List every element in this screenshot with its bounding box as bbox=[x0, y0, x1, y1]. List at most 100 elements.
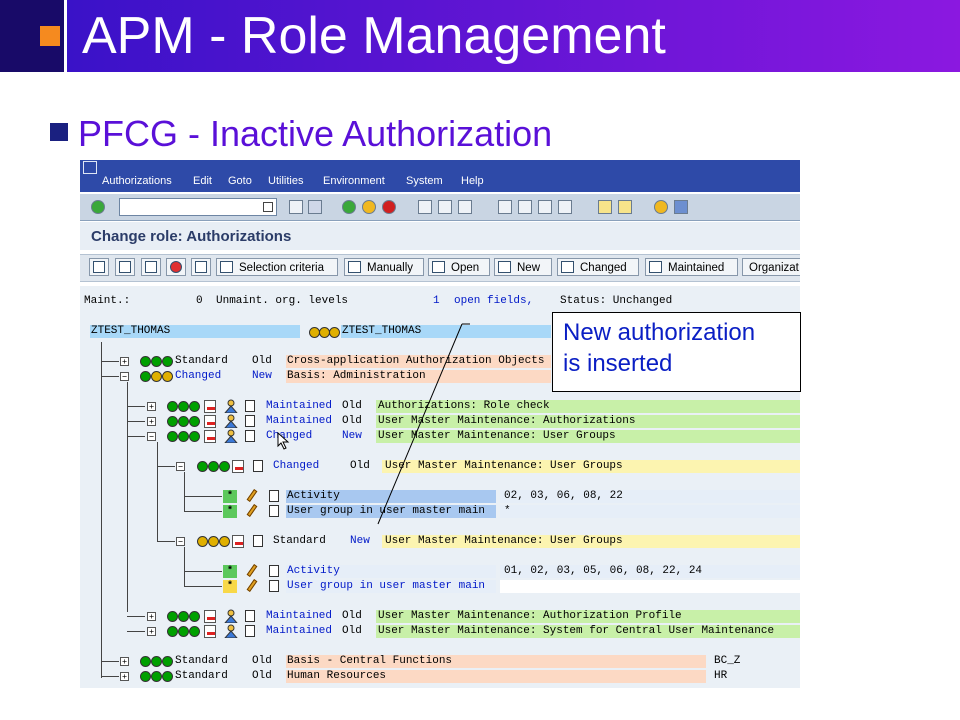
traffic-light-icon bbox=[197, 461, 208, 472]
traffic-light-icon bbox=[178, 401, 189, 412]
system-toolbar bbox=[80, 194, 800, 221]
previous-page-icon[interactable] bbox=[518, 200, 532, 214]
tree-branch bbox=[101, 676, 119, 677]
help-icon[interactable] bbox=[654, 200, 668, 214]
screen-heading: Change role: Authorizations bbox=[80, 222, 800, 250]
changed-button[interactable]: Changed bbox=[557, 258, 639, 276]
node-text[interactable]: User Master Maintenance: System for Cent… bbox=[378, 625, 774, 638]
back-icon[interactable] bbox=[342, 200, 356, 214]
traffic-light-icon bbox=[167, 626, 178, 637]
menu-help[interactable]: Help bbox=[461, 175, 484, 187]
expand-icon[interactable]: + bbox=[120, 657, 129, 666]
menu-environment[interactable]: Environment bbox=[323, 175, 385, 187]
collapse-icon[interactable]: − bbox=[120, 372, 129, 381]
expand-icon[interactable]: + bbox=[120, 357, 129, 366]
next-page-icon[interactable] bbox=[538, 200, 552, 214]
field-value-input[interactable] bbox=[500, 580, 800, 593]
trash-icon[interactable] bbox=[269, 505, 279, 517]
node-text[interactable]: Basis - Central Functions bbox=[287, 655, 452, 668]
menu-system[interactable]: System bbox=[406, 175, 443, 187]
last-page-icon[interactable] bbox=[558, 200, 572, 214]
collapse-icon[interactable]: − bbox=[176, 537, 185, 546]
delete-icon-button[interactable] bbox=[191, 258, 211, 276]
document-icon bbox=[245, 625, 255, 637]
document-icon bbox=[245, 400, 255, 412]
first-page-icon[interactable] bbox=[498, 200, 512, 214]
traffic-light-icon bbox=[162, 656, 173, 667]
field-name: User group in user master main bbox=[287, 580, 486, 592]
selection-criteria-button[interactable]: Selection criteria bbox=[216, 258, 338, 276]
field-value[interactable]: * bbox=[504, 505, 511, 518]
person-icon bbox=[223, 429, 239, 444]
save-icon[interactable] bbox=[308, 200, 322, 214]
field-value[interactable]: 02, 03, 06, 08, 22 bbox=[504, 490, 623, 503]
exit-icon[interactable] bbox=[362, 200, 376, 214]
menu-edit[interactable]: Edit bbox=[193, 175, 212, 187]
trash-icon[interactable] bbox=[269, 490, 279, 502]
find-next-icon[interactable] bbox=[458, 200, 472, 214]
authorization-object-icon bbox=[204, 625, 216, 638]
create-session-icon[interactable] bbox=[598, 200, 612, 214]
authorization-object-icon bbox=[204, 415, 216, 428]
callout-box: New authorization is inserted bbox=[552, 312, 801, 392]
expand-icon[interactable]: + bbox=[147, 417, 156, 426]
tree-line bbox=[184, 472, 185, 512]
node-age: Old bbox=[252, 355, 272, 367]
expand-icon[interactable]: + bbox=[120, 672, 129, 681]
node-text[interactable]: Human Resources bbox=[287, 670, 386, 683]
traffic-light-icon bbox=[151, 356, 162, 367]
find-icon[interactable] bbox=[438, 200, 452, 214]
traffic-light-icon bbox=[167, 431, 178, 442]
menu-goto[interactable]: Goto bbox=[228, 175, 252, 187]
enter-icon[interactable] bbox=[91, 200, 105, 214]
expand-icon[interactable]: + bbox=[147, 627, 156, 636]
pencil-icon[interactable] bbox=[246, 489, 258, 502]
menu-authorizations[interactable]: Authorizations bbox=[102, 175, 172, 187]
unmaint-org-label: Unmaint. org. levels bbox=[216, 295, 349, 307]
trash-icon[interactable] bbox=[269, 565, 279, 577]
open-fields-label[interactable]: open fields, bbox=[454, 295, 533, 308]
field-value[interactable]: 01, 02, 03, 05, 06, 08, 22, 24 bbox=[504, 565, 702, 578]
collapse-icon[interactable]: − bbox=[176, 462, 185, 471]
command-field[interactable] bbox=[119, 198, 277, 216]
open-fields-count[interactable]: 1 bbox=[433, 295, 440, 308]
node-text[interactable]: User Master Maintenance: Authorization P… bbox=[378, 610, 682, 623]
print-icon[interactable] bbox=[418, 200, 432, 214]
node-age: Old bbox=[342, 400, 362, 412]
menu-utilities[interactable]: Utilities bbox=[268, 175, 303, 187]
new-button[interactable]: New bbox=[494, 258, 552, 276]
command-history-icon[interactable] bbox=[263, 202, 273, 212]
traffic-light-icon bbox=[189, 611, 200, 622]
traffic-light-icon bbox=[189, 416, 200, 427]
traffic-light-icon bbox=[219, 461, 230, 472]
expand-icon[interactable]: + bbox=[147, 612, 156, 621]
tree-branch bbox=[127, 436, 145, 437]
pencil-icon[interactable] bbox=[246, 579, 258, 592]
toolbar-icon-button[interactable] bbox=[89, 258, 109, 276]
manually-button[interactable]: Manually bbox=[344, 258, 424, 276]
pencil-icon[interactable] bbox=[246, 504, 258, 517]
field-status-star: * bbox=[223, 580, 237, 593]
layout-menu-icon[interactable] bbox=[674, 200, 688, 214]
authorization-object-icon bbox=[204, 430, 216, 443]
open-button[interactable]: Open bbox=[428, 258, 490, 276]
person-icon bbox=[223, 609, 239, 624]
organizational-levels-button[interactable]: Organizat bbox=[742, 258, 800, 276]
maintained-button[interactable]: Maintained bbox=[645, 258, 738, 276]
toolbar-stop-button[interactable] bbox=[166, 258, 186, 276]
node-text[interactable]: User Master Maintenance: User Groups bbox=[385, 535, 623, 548]
collapse-icon[interactable]: − bbox=[147, 432, 156, 441]
toolbar-icon-button[interactable] bbox=[115, 258, 135, 276]
shortcut-icon[interactable] bbox=[618, 200, 632, 214]
sap-title-bar bbox=[80, 160, 800, 174]
back-arrow-icon[interactable] bbox=[289, 200, 303, 214]
slide-title: APM - Role Management bbox=[82, 7, 666, 65]
expand-icon[interactable]: + bbox=[147, 402, 156, 411]
person-icon bbox=[223, 624, 239, 639]
pencil-icon[interactable] bbox=[246, 564, 258, 577]
cancel-icon[interactable] bbox=[382, 200, 396, 214]
window-menu-icon[interactable] bbox=[83, 161, 97, 174]
traffic-light-icon bbox=[167, 401, 178, 412]
trash-icon[interactable] bbox=[269, 580, 279, 592]
toolbar-icon-button[interactable] bbox=[141, 258, 161, 276]
